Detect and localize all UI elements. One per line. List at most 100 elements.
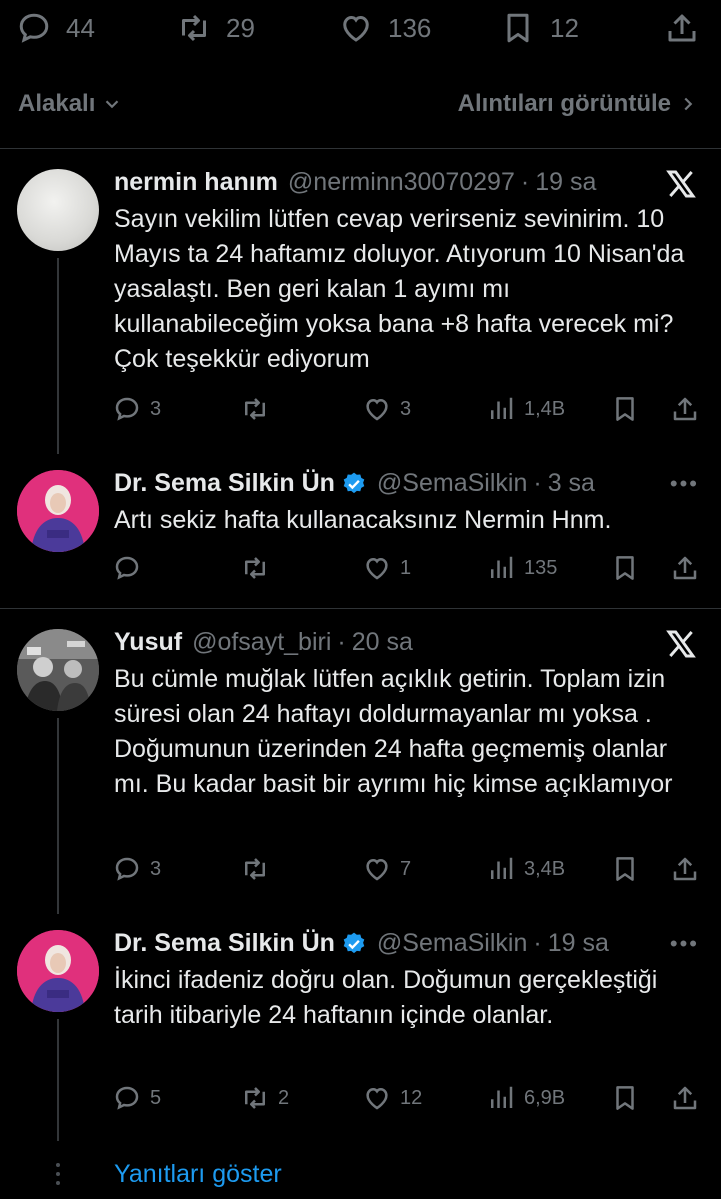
chevron-down-icon <box>106 100 119 109</box>
repost-button[interactable] <box>240 551 278 585</box>
bookmark-button[interactable] <box>610 551 640 585</box>
author-name[interactable]: Yusuf <box>114 628 182 657</box>
reply-count: 3 <box>150 857 162 880</box>
repost-button[interactable] <box>240 852 278 886</box>
verified-badge-icon <box>343 932 365 953</box>
tweet-time[interactable]: 3 sa <box>548 469 595 498</box>
author-name[interactable]: nermin hanım <box>114 168 278 197</box>
views-chart-icon <box>491 556 513 578</box>
thread-continuation-dots <box>56 1163 60 1190</box>
avatar-image <box>17 930 99 1012</box>
reply-button[interactable]: 5 <box>112 1081 161 1115</box>
repost-button[interactable]: 2 <box>240 1081 289 1115</box>
views-button[interactable]: 135 <box>486 551 557 585</box>
more-options-icon[interactable]: ••• <box>670 931 699 957</box>
tweet-actions: 3 7 3,4B <box>112 852 702 886</box>
share-button[interactable] <box>670 551 700 585</box>
reply-button[interactable] <box>112 551 150 585</box>
tweet-action-bar: 44 29 136 12 <box>0 0 721 58</box>
bookmark-icon <box>616 397 634 421</box>
views-button[interactable]: 6,9B <box>486 1081 565 1115</box>
like-button[interactable]: 7 <box>362 852 411 886</box>
sort-label: Alakalı <box>18 90 96 117</box>
share-icon <box>673 397 697 421</box>
divider <box>0 148 721 149</box>
separator-dot: · <box>337 628 346 656</box>
heart-icon <box>366 858 388 881</box>
views-button[interactable]: 1,4B <box>486 392 565 426</box>
show-replies-link[interactable]: Yanıtları göster <box>114 1160 282 1189</box>
share-icon <box>673 857 697 881</box>
views-count: 135 <box>524 556 558 579</box>
author-name[interactable]: Dr. Sema Silkin Ün <box>114 929 335 958</box>
author-handle[interactable]: @SemaSilkin <box>377 929 527 958</box>
tweet-time[interactable]: 19 sa <box>548 929 609 958</box>
sort-dropdown[interactable]: Alakalı <box>18 90 123 118</box>
views-chart-icon <box>491 397 513 419</box>
views-chart-icon <box>491 1086 513 1108</box>
more-options-icon[interactable]: ••• <box>670 471 699 497</box>
share-button[interactable] <box>670 1081 700 1115</box>
tweet-time[interactable]: 19 sa <box>535 168 596 197</box>
bookmark-button[interactable]: 12 <box>500 10 579 46</box>
repost-button[interactable]: 29 <box>176 10 255 46</box>
reply-count: 3 <box>150 397 162 420</box>
tweet-actions: 1 135 <box>112 551 702 585</box>
avatar[interactable] <box>17 629 99 711</box>
separator-dot: · <box>520 168 530 196</box>
avatar[interactable] <box>17 169 99 251</box>
repost-icon <box>245 557 265 579</box>
tweet-actions: 3 3 1,4B <box>112 392 702 426</box>
view-quotes-link[interactable]: Alıntıları görüntüle <box>458 90 699 118</box>
like-button[interactable]: 1 <box>362 551 411 585</box>
heart-icon <box>366 1087 388 1110</box>
repost-count: 29 <box>226 12 255 43</box>
bookmark-button[interactable] <box>610 1081 640 1115</box>
bookmark-icon <box>507 13 529 43</box>
thread-line <box>57 718 59 914</box>
author-name[interactable]: Dr. Sema Silkin Ün <box>114 469 335 498</box>
like-count: 1 <box>400 556 412 579</box>
like-button[interactable]: 12 <box>362 1081 422 1115</box>
tweet-header: nermin hanım @nerminn30070297 · 19 sa <box>114 168 596 197</box>
heart-icon <box>343 15 369 42</box>
author-handle[interactable]: @SemaSilkin <box>377 469 527 498</box>
share-button[interactable] <box>670 852 700 886</box>
avatar[interactable] <box>17 930 99 1012</box>
avatar-image <box>17 470 99 552</box>
like-button[interactable]: 136 <box>338 10 431 46</box>
chevron-right-icon <box>684 97 693 111</box>
reply-button[interactable]: 44 <box>16 10 95 46</box>
share-button[interactable] <box>664 10 700 46</box>
thread-line <box>57 258 59 454</box>
tweet-time[interactable]: 20 sa <box>352 628 413 657</box>
like-button[interactable]: 3 <box>362 392 411 426</box>
reply-button[interactable]: 3 <box>112 852 161 886</box>
repost-count: 2 <box>278 1086 290 1109</box>
share-button[interactable] <box>670 392 700 426</box>
tweet-text: Bu cümle muğlak lütfen açıklık getirin. … <box>114 665 673 798</box>
bookmark-button[interactable] <box>610 392 640 426</box>
reply-icon <box>115 1086 139 1110</box>
like-count: 136 <box>388 12 432 43</box>
separator-dot: · <box>533 929 542 957</box>
views-chart-icon <box>491 857 513 879</box>
views-count: 6,9B <box>524 1086 566 1109</box>
reply-sort-bar: Alakalı Alıntıları görüntüle <box>18 86 699 122</box>
tweet-text: Artı sekiz hafta kullanacaksınız Nermin … <box>114 506 612 534</box>
verified-badge-icon <box>343 472 365 493</box>
repost-icon <box>245 858 265 880</box>
reply-button[interactable]: 3 <box>112 392 161 426</box>
views-button[interactable]: 3,4B <box>486 852 565 886</box>
bookmark-button[interactable] <box>610 852 640 886</box>
heart-icon <box>366 398 388 421</box>
repost-button[interactable] <box>240 392 278 426</box>
heart-icon <box>366 557 388 580</box>
avatar[interactable] <box>17 470 99 552</box>
author-handle[interactable]: @ofsayt_biri <box>192 628 331 657</box>
repost-icon <box>245 1087 265 1109</box>
bookmark-icon <box>616 857 634 881</box>
repost-icon <box>245 398 265 420</box>
bookmark-count: 12 <box>550 12 579 43</box>
author-handle[interactable]: @nerminn30070297 <box>288 168 515 197</box>
